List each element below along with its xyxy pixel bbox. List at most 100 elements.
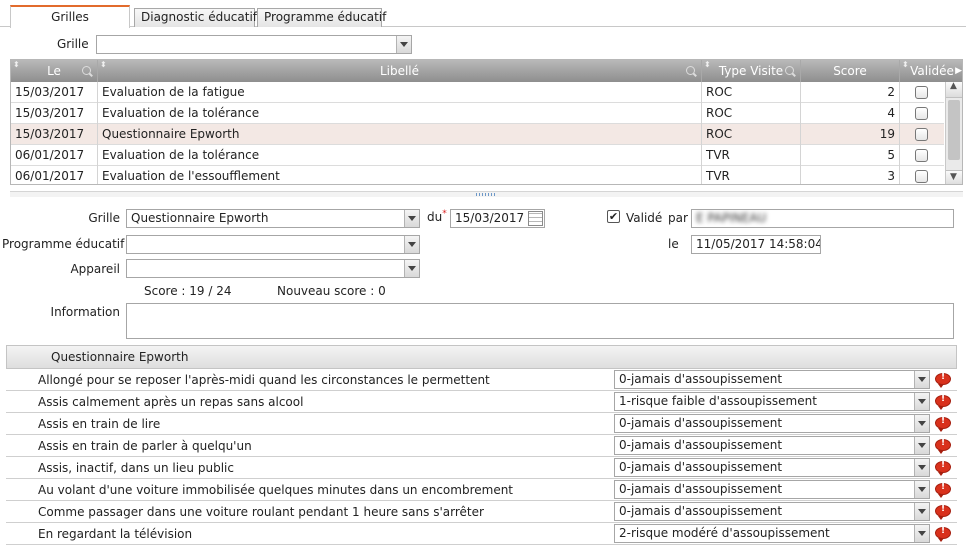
scrollbar-thumb[interactable] [948,100,960,160]
chevron-down-icon[interactable] [396,36,411,53]
question-text: Allongé pour se reposer l'après-midi qua… [38,373,490,387]
information-textarea[interactable] [126,303,954,339]
questionnaire-header: Questionnaire Epworth [6,345,957,369]
scroll-right-icon[interactable]: ▶ [955,60,962,82]
column-header-libelle[interactable]: ⬍ Libellé [98,60,702,82]
column-header-validee[interactable]: ⬍ Validée ▶ [900,60,962,82]
column-header-score-label: Score [833,64,867,78]
table-row[interactable]: 06/01/2017 Evaluation de la tolérance TV… [11,145,944,166]
table-row[interactable]: 06/01/2017 Evaluation de l'essoufflement… [11,166,944,184]
splitter-grip-icon[interactable] [476,193,496,196]
cell-score: 3 [801,166,900,184]
alert-comment-icon[interactable] [935,416,951,432]
column-header-type-visite[interactable]: ⬍ Type Visite [702,60,801,82]
tab-grilles[interactable]: Grilles [10,5,130,28]
question-row: Allongé pour se reposer l'après-midi qua… [6,369,957,391]
par-field[interactable]: E PAPINEAU [691,209,954,228]
grid-scrollbar[interactable]: ▲ ▼ [945,81,962,184]
alert-comment-icon[interactable] [935,460,951,476]
search-icon[interactable] [785,66,794,75]
question-text: Assis en train de lire [38,417,161,431]
grille-select-value: Questionnaire Epworth [131,211,269,225]
chevron-down-icon[interactable] [914,371,929,388]
alert-comment-icon[interactable] [935,372,951,388]
validee-checkbox[interactable] [915,86,928,99]
validee-checkbox[interactable] [915,128,928,141]
filter-grille-label: Grille [57,37,89,51]
appareil-select[interactable] [126,259,420,278]
chevron-down-icon[interactable] [404,260,419,277]
cell-validee [900,124,944,145]
cell-type: TVR [702,166,801,184]
grille-select[interactable]: Questionnaire Epworth [126,209,420,228]
chevron-down-icon[interactable] [914,437,929,454]
panel-splitter[interactable] [10,191,963,197]
search-icon[interactable] [82,66,91,75]
answer-select[interactable]: 0-jamais d'assoupissement [614,414,930,433]
search-icon[interactable] [686,66,695,75]
valide-checkbox[interactable]: ✔ [607,210,620,223]
grid-header: ⬍ Le ⬍ Libellé ⬍ Type Visite Score ⬍ Val… [11,60,962,82]
question-row: Au volant d'une voiture immobilisée quel… [6,479,957,501]
table-row[interactable]: 15/03/2017 Evaluation de la tolérance RO… [11,103,944,124]
column-resize-icon[interactable]: ⬍ [902,61,909,69]
column-resize-icon[interactable]: ⬍ [704,61,711,69]
answer-value: 0-jamais d'assoupissement [619,372,783,386]
alert-comment-icon[interactable] [935,482,951,498]
column-header-score[interactable]: Score [801,60,900,82]
cell-validee [900,145,944,166]
table-row[interactable]: 15/03/2017 Evaluation de la fatigue ROC … [11,82,944,103]
answer-select[interactable]: 0-jamais d'assoupissement [614,502,930,521]
answer-select[interactable]: 0-jamais d'assoupissement [614,480,930,499]
nouveau-score-text: Nouveau score : 0 [277,284,386,298]
answer-select[interactable]: 1-risque faible d'assoupissement [614,392,930,411]
alert-comment-icon[interactable] [935,394,951,410]
information-label: Information [50,305,120,319]
tab-programme-educatif[interactable]: Programme éducatif [257,8,386,27]
chevron-down-icon[interactable] [404,210,419,227]
programme-educatif-select[interactable] [126,235,420,254]
validee-checkbox[interactable] [915,149,928,162]
answer-select[interactable]: 2-risque modéré d'assoupissement [614,524,930,543]
cell-score: 4 [801,103,900,124]
column-resize-icon[interactable]: ⬍ [100,61,107,69]
cell-date: 15/03/2017 [11,124,98,145]
question-row: Comme passager dans une voiture roulant … [6,501,957,523]
tab-diagnostic-educatif[interactable]: Diagnostic éducatif [134,8,257,27]
column-resize-icon[interactable]: ⬍ [13,61,20,69]
chevron-down-icon[interactable] [914,393,929,410]
cell-libelle: Questionnaire Epworth [98,124,702,145]
cell-validee [900,103,944,124]
validee-checkbox[interactable] [915,107,928,120]
table-row-selected[interactable]: 15/03/2017 Questionnaire Epworth ROC 19 [11,124,944,145]
chevron-down-icon[interactable] [914,415,929,432]
filter-grille-select[interactable] [96,35,412,54]
answer-select[interactable]: 0-jamais d'assoupissement [614,458,930,477]
scroll-down-icon[interactable]: ▼ [946,170,962,184]
answer-select[interactable]: 0-jamais d'assoupissement [614,370,930,389]
par-label: par [668,211,688,225]
column-header-le[interactable]: ⬍ Le [11,60,98,82]
chevron-down-icon[interactable] [914,481,929,498]
chevron-down-icon[interactable] [914,459,929,476]
chevron-down-icon[interactable] [914,525,929,542]
alert-comment-icon[interactable] [935,438,951,454]
cell-type: ROC [702,103,801,124]
chevron-down-icon[interactable] [404,236,419,253]
cell-type: ROC [702,82,801,103]
chevron-down-icon[interactable] [914,503,929,520]
scroll-up-icon[interactable]: ▲ [946,81,962,98]
question-row: Assis en train de parler à quelqu'un 0-j… [6,435,957,457]
answer-value: 0-jamais d'assoupissement [619,482,783,496]
validee-checkbox[interactable] [915,170,928,183]
calendar-icon[interactable] [528,211,543,226]
question-row: Assis calmement après un repas sans alco… [6,391,957,413]
answer-value: 0-jamais d'assoupissement [619,504,783,518]
du-label-text: du [427,210,443,224]
column-header-libelle-label: Libellé [379,64,420,78]
alert-comment-icon[interactable] [935,504,951,520]
alert-comment-icon[interactable] [935,526,951,542]
question-text: Assis calmement après un repas sans alco… [38,395,304,409]
date-du-field[interactable]: 15/03/2017 [450,209,545,228]
answer-select[interactable]: 0-jamais d'assoupissement [614,436,930,455]
